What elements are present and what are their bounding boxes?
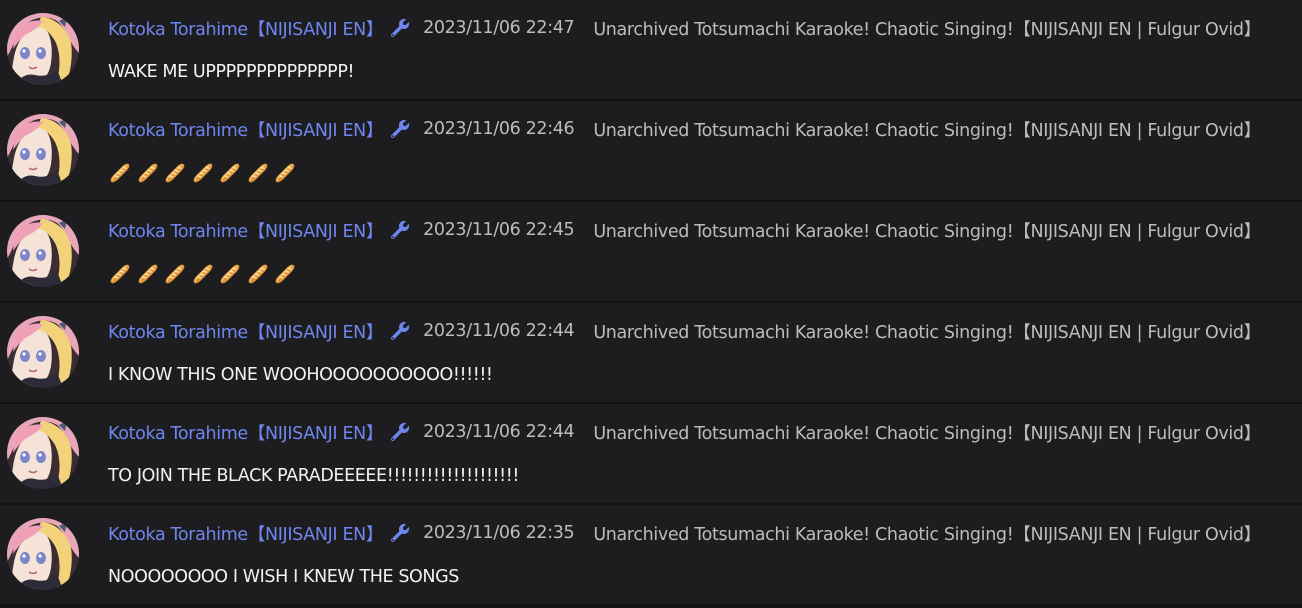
baguette-bread-icon <box>163 161 187 185</box>
message-text <box>108 260 301 288</box>
wrench-icon <box>389 522 411 544</box>
message-text: TO JOIN THE BLACK PARADEEEEE!!!!!!!!!!!!… <box>108 466 520 486</box>
message-header: Kotoka Torahime【NIJISANJI EN】 2023/11/06… <box>108 216 1261 244</box>
avatar[interactable] <box>7 114 79 186</box>
baguette-bread-icon <box>246 262 270 286</box>
baguette-bread-icon <box>191 262 215 286</box>
message-header: Kotoka Torahime【NIJISANJI EN】 2023/11/06… <box>108 14 1261 42</box>
stream-title-link[interactable]: Unarchived Totsumachi Karaoke! Chaotic S… <box>593 16 1261 41</box>
stream-title-link[interactable]: Unarchived Totsumachi Karaoke! Chaotic S… <box>593 319 1261 344</box>
stream-title-link[interactable]: Unarchived Totsumachi Karaoke! Chaotic S… <box>593 420 1261 445</box>
message-timestamp: 2023/11/06 22:45 <box>423 220 575 240</box>
message-text: NOOOOOOOO I WISH I KNEW THE SONGS <box>108 567 459 587</box>
message-timestamp: 2023/11/06 22:35 <box>423 523 575 543</box>
message-header: Kotoka Torahime【NIJISANJI EN】 2023/11/06… <box>108 317 1261 345</box>
avatar[interactable] <box>7 316 79 388</box>
baguette-bread-icon <box>191 161 215 185</box>
wrench-icon <box>389 17 411 39</box>
stream-title-link[interactable]: Unarchived Totsumachi Karaoke! Chaotic S… <box>593 521 1261 546</box>
avatar[interactable] <box>7 13 79 85</box>
author-name[interactable]: Kotoka Torahime【NIJISANJI EN】 <box>108 319 383 344</box>
message-header: Kotoka Torahime【NIJISANJI EN】 2023/11/06… <box>108 418 1261 446</box>
message-header: Kotoka Torahime【NIJISANJI EN】 2023/11/06… <box>108 115 1261 143</box>
author-name[interactable]: Kotoka Torahime【NIJISANJI EN】 <box>108 420 383 445</box>
author-name[interactable]: Kotoka Torahime【NIJISANJI EN】 <box>108 16 383 41</box>
baguette-bread-icon <box>136 262 160 286</box>
baguette-bread-icon <box>108 161 132 185</box>
chat-message-row: Kotoka Torahime【NIJISANJI EN】 2023/11/06… <box>0 202 1302 303</box>
avatar[interactable] <box>7 215 79 287</box>
message-header: Kotoka Torahime【NIJISANJI EN】 2023/11/06… <box>108 519 1261 547</box>
message-timestamp: 2023/11/06 22:44 <box>423 422 575 442</box>
chat-message-row: Kotoka Torahime【NIJISANJI EN】 2023/11/06… <box>0 505 1302 606</box>
baguette-bread-icon <box>218 262 242 286</box>
chat-message-row: Kotoka Torahime【NIJISANJI EN】 2023/11/06… <box>0 101 1302 202</box>
wrench-icon <box>389 421 411 443</box>
message-timestamp: 2023/11/06 22:44 <box>423 321 575 341</box>
chat-message-row: Kotoka Torahime【NIJISANJI EN】 2023/11/06… <box>0 404 1302 505</box>
chat-message-row: Kotoka Torahime【NIJISANJI EN】 2023/11/06… <box>0 303 1302 404</box>
message-text: WAKE ME UPPPPPPPPPPPPPP! <box>108 62 355 82</box>
baguette-bread-icon <box>163 262 187 286</box>
emoji-row <box>108 159 301 187</box>
baguette-bread-icon <box>246 161 270 185</box>
message-text <box>108 159 301 187</box>
author-name[interactable]: Kotoka Torahime【NIJISANJI EN】 <box>108 218 383 243</box>
baguette-bread-icon <box>218 161 242 185</box>
baguette-bread-icon <box>273 161 297 185</box>
author-name[interactable]: Kotoka Torahime【NIJISANJI EN】 <box>108 117 383 142</box>
message-timestamp: 2023/11/06 22:47 <box>423 18 575 38</box>
chat-message-list: Kotoka Torahime【NIJISANJI EN】 2023/11/06… <box>0 0 1302 608</box>
emoji-row <box>108 260 301 288</box>
wrench-icon <box>389 118 411 140</box>
baguette-bread-icon <box>108 262 132 286</box>
message-timestamp: 2023/11/06 22:46 <box>423 119 575 139</box>
message-text: I KNOW THIS ONE WOOHOOOOOOOOOO!!!!!! <box>108 365 493 385</box>
stream-title-link[interactable]: Unarchived Totsumachi Karaoke! Chaotic S… <box>593 117 1261 142</box>
chat-message-row: Kotoka Torahime【NIJISANJI EN】 2023/11/06… <box>0 0 1302 101</box>
baguette-bread-icon <box>136 161 160 185</box>
baguette-bread-icon <box>273 262 297 286</box>
wrench-icon <box>389 219 411 241</box>
author-name[interactable]: Kotoka Torahime【NIJISANJI EN】 <box>108 521 383 546</box>
avatar[interactable] <box>7 518 79 590</box>
stream-title-link[interactable]: Unarchived Totsumachi Karaoke! Chaotic S… <box>593 218 1261 243</box>
avatar[interactable] <box>7 417 79 489</box>
wrench-icon <box>389 320 411 342</box>
